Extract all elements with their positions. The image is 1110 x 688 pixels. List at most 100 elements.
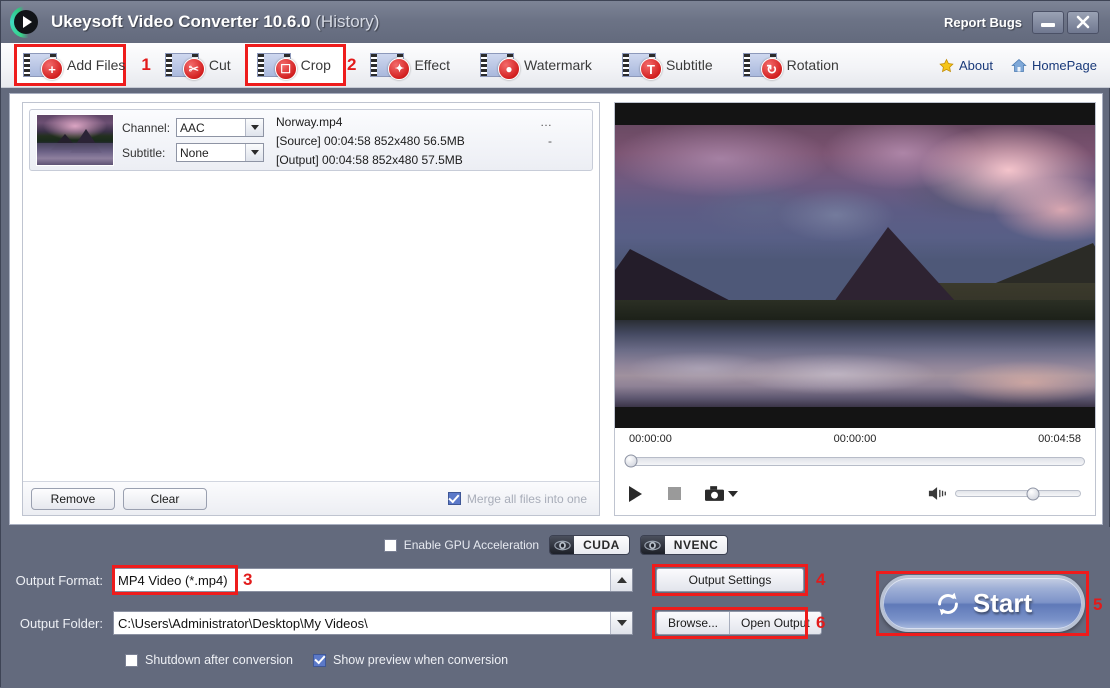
list-item[interactable]: Channel: AAC Subtitle: None Norway.mp4 …… — [29, 109, 593, 171]
star-icon — [939, 58, 954, 72]
add-files-icon: + — [23, 52, 63, 80]
preview-label: Show preview when conversion — [333, 653, 509, 667]
toolbar-label-effect: Effect — [414, 57, 450, 73]
play-icon[interactable] — [629, 485, 642, 502]
merge-files-option[interactable]: Merge all files into one — [447, 491, 591, 506]
volume-slider[interactable] — [955, 487, 1081, 500]
nvenc-badge[interactable]: NVENC — [639, 535, 729, 555]
output-format-label: Output Format: — [15, 572, 103, 588]
merge-files-label: Merge all files into one — [466, 491, 587, 506]
file-more-menu[interactable]: … — [540, 115, 586, 129]
minimize-icon — [1041, 23, 1055, 27]
volume-handle[interactable] — [1026, 487, 1040, 500]
homepage-label: HomePage — [1031, 57, 1097, 73]
main-toolbar: + Add Files 1 ✂ Cut ☐ Crop 2 ✦ Effect ● … — [1, 43, 1110, 88]
gpu-acceleration-checkbox[interactable] — [383, 538, 397, 552]
annotation-marker-5: 5 — [1093, 595, 1103, 614]
page-title: Ukeysoft Video Converter 10.6.0 (History… — [51, 12, 379, 32]
time-total: 00:04:58 — [1038, 433, 1081, 445]
toolbar-links: About HomePage — [921, 58, 1110, 73]
channel-select[interactable]: AAC — [176, 118, 264, 137]
annotation-box-4 — [652, 564, 808, 596]
player-time-row: 00:00:00 00:00:00 00:04:58 — [615, 428, 1095, 450]
app-title-history: (History) — [315, 12, 380, 31]
about-link[interactable]: About — [939, 58, 993, 73]
start-button[interactable]: Start — [880, 575, 1085, 632]
annotation-box-3 — [112, 565, 238, 595]
time-start: 00:00:00 — [629, 433, 672, 445]
video-preview[interactable] — [615, 103, 1095, 428]
toolbar-item-effect[interactable]: ✦ Effect — [362, 48, 458, 82]
channel-value: AAC — [180, 120, 205, 135]
title-bar: Ukeysoft Video Converter 10.6.0 (History… — [1, 1, 1110, 43]
cuda-badge[interactable]: CUDA — [549, 535, 630, 555]
title-bar-actions: Report Bugs — [944, 10, 1110, 34]
toolbar-label-subtitle: Subtitle — [665, 57, 713, 73]
time-current: 00:00:00 — [833, 433, 877, 445]
preview-option[interactable]: Show preview when conversion — [313, 653, 508, 667]
refresh-icon — [937, 592, 958, 615]
subtitle-icon: T — [621, 52, 662, 80]
effect-icon: ✦ — [370, 52, 411, 80]
close-button[interactable] — [1067, 10, 1099, 34]
stop-icon[interactable] — [668, 487, 681, 500]
output-folder-select[interactable]: C:\Users\Administrator\Desktop\My Videos… — [113, 611, 633, 635]
preview-player: 00:00:00 00:00:00 00:04:58 — [614, 102, 1096, 516]
toolbar-item-rotation[interactable]: ↻ Rotation — [735, 48, 847, 82]
crop-icon: ☐ — [256, 52, 297, 80]
toolbar-item-cut[interactable]: ✂ Cut — [157, 48, 239, 82]
file-settings: Channel: AAC Subtitle: None — [122, 118, 264, 162]
clear-button[interactable]: Clear — [123, 487, 207, 510]
video-thumbnail — [36, 114, 114, 166]
shutdown-checkbox[interactable] — [125, 653, 138, 667]
subtitle-select[interactable]: None — [176, 143, 264, 162]
chevron-up-icon[interactable] — [610, 569, 632, 591]
minimize-button[interactable] — [1032, 10, 1064, 34]
file-info: Norway.mp4 … [Source] 00:04:58 852x480 5… — [276, 113, 586, 167]
camera-icon[interactable] — [705, 486, 724, 501]
snapshot-dropdown-icon[interactable] — [728, 490, 738, 497]
main-content: Channel: AAC Subtitle: None Norway.mp4 …… — [9, 93, 1103, 525]
toolbar-label-add-files: Add Files — [67, 57, 126, 73]
report-bugs-link[interactable]: Report Bugs — [944, 15, 1022, 30]
channel-label: Channel: — [122, 120, 171, 135]
cuda-label: CUDA — [574, 536, 629, 554]
toolbar-item-crop[interactable]: ☐ Crop — [244, 44, 346, 86]
homepage-link[interactable]: HomePage — [1011, 58, 1097, 73]
file-list[interactable]: Channel: AAC Subtitle: None Norway.mp4 …… — [23, 103, 599, 481]
seek-slider[interactable] — [624, 454, 1085, 468]
file-source-info: [Source] 00:04:58 852x480 56.5MB — [276, 134, 465, 148]
player-controls — [615, 472, 1095, 515]
application-window: Ukeysoft Video Converter 10.6.0 (History… — [0, 0, 1110, 688]
output-folder-value: C:\Users\Administrator\Desktop\My Videos… — [118, 615, 368, 631]
remove-button[interactable]: Remove — [31, 487, 115, 510]
video-frame — [615, 125, 1095, 407]
player-seek-row — [615, 450, 1095, 472]
file-list-panel: Channel: AAC Subtitle: None Norway.mp4 …… — [22, 102, 600, 516]
cut-icon: ✂ — [164, 52, 205, 80]
chevron-down-icon[interactable] — [610, 612, 632, 634]
nvenc-label: NVENC — [664, 536, 728, 554]
footer-options-row: Shutdown after conversion Show preview w… — [1, 646, 1110, 674]
file-output-info: [Output] 00:04:58 852x480 57.5MB — [276, 153, 463, 167]
merge-files-checkbox[interactable] — [447, 492, 461, 505]
subtitle-value: None — [180, 145, 209, 160]
annotation-marker-4: 4 — [816, 570, 826, 589]
watermark-icon: ● — [480, 52, 520, 80]
annotation-marker-3: 3 — [243, 570, 253, 589]
shutdown-option[interactable]: Shutdown after conversion — [125, 653, 293, 667]
close-icon — [1076, 15, 1090, 29]
preview-checkbox[interactable] — [313, 653, 327, 667]
seek-handle[interactable] — [624, 454, 638, 468]
annotation-box-6 — [652, 607, 808, 639]
toolbar-item-subtitle[interactable]: T Subtitle — [614, 48, 721, 82]
chevron-down-icon — [245, 119, 263, 136]
toolbar-item-watermark[interactable]: ● Watermark — [472, 48, 600, 82]
gpu-acceleration-label: Enable GPU Acceleration — [403, 538, 540, 552]
subtitle-label: Subtitle: — [122, 145, 166, 160]
toolbar-item-add-files[interactable]: + Add Files — [14, 44, 133, 86]
annotation-marker-2: 2 — [346, 55, 357, 74]
annotation-marker-6: 6 — [816, 613, 826, 632]
chevron-down-icon — [245, 144, 263, 161]
nvidia-icon — [640, 536, 665, 554]
